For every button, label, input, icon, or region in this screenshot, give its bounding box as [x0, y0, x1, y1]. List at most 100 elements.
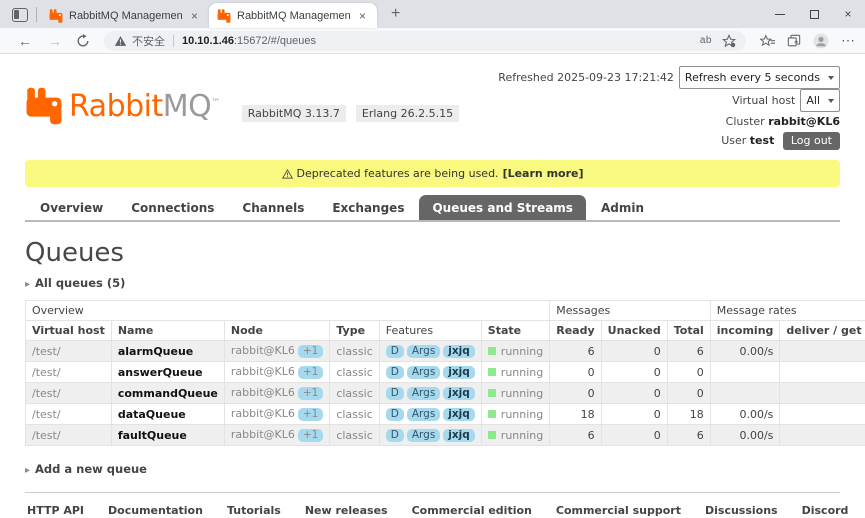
column-header-ready[interactable]: Ready	[550, 321, 601, 341]
footer-link-documentation[interactable]: Documentation	[108, 504, 203, 517]
queue-name-link[interactable]: alarmQueue	[111, 341, 224, 362]
queue-unacked: 0	[601, 404, 667, 425]
url-host: 10.10.1.46	[182, 35, 234, 47]
all-queues-toggle[interactable]: ▸All queues (5)	[25, 276, 840, 290]
queue-node: rabbit@KL6+1	[224, 425, 329, 446]
queue-total: 18	[667, 404, 710, 425]
settings-more-icon[interactable]: ⋯	[841, 32, 855, 49]
tab-channels[interactable]: Channels	[229, 195, 317, 220]
footer-link-discussions[interactable]: Discussions	[705, 504, 778, 517]
feature-badge-d: D	[386, 429, 404, 442]
column-header-name[interactable]: Name	[111, 321, 224, 341]
column-header-node[interactable]: Node	[224, 321, 329, 341]
queue-state: running	[481, 341, 549, 362]
translate-icon[interactable]: ab	[700, 35, 712, 46]
brand-name[interactable]: RabbitMQ™	[69, 89, 220, 124]
tab-admin[interactable]: Admin	[588, 195, 657, 220]
queue-unacked: 0	[601, 362, 667, 383]
queue-state: running	[481, 425, 549, 446]
queue-ready: 18	[550, 404, 601, 425]
queue-rate-incoming	[710, 383, 780, 404]
queue-total: 6	[667, 341, 710, 362]
queue-type: classic	[330, 425, 379, 446]
refresh-interval-select[interactable]: Refresh every 5 seconds	[679, 66, 840, 89]
node-count-badge: +1	[298, 366, 323, 379]
column-header-unacked[interactable]: Unacked	[601, 321, 667, 341]
brand-rabbit: Rabbit	[69, 89, 163, 124]
add-favorite-star-icon[interactable]	[722, 34, 736, 48]
footer-link-new-releases[interactable]: New releases	[305, 504, 388, 517]
queue-node: rabbit@KL6+1	[224, 404, 329, 425]
queue-name-link[interactable]: dataQueue	[111, 404, 224, 425]
tab-actions-menu-icon[interactable]	[12, 8, 28, 22]
close-window-button[interactable]: ×	[831, 0, 865, 28]
refresh-icon[interactable]	[76, 34, 90, 48]
rabbitmq-version-badge: RabbitMQ 3.13.7	[242, 105, 346, 122]
tab-close-icon[interactable]: ×	[356, 9, 369, 23]
table-header-row: Virtual hostNameNodeTypeFeaturesStateRea…	[26, 321, 865, 341]
column-header-total[interactable]: Total	[667, 321, 710, 341]
queues-table-wrap: OverviewMessagesMessage rates Virtual ho…	[25, 300, 840, 446]
user-row: User test Log out	[498, 131, 840, 150]
back-icon[interactable]: ←	[10, 33, 40, 49]
collapsed-arrow-icon: ▸	[25, 279, 30, 290]
profile-avatar-icon[interactable]	[813, 33, 829, 49]
tab-overview[interactable]: Overview	[27, 195, 116, 220]
not-secure-label[interactable]: 不安全	[132, 33, 165, 49]
add-queue-toggle[interactable]: ▸Add a new queue	[25, 462, 840, 476]
rabbitmq-logo-icon[interactable]	[25, 87, 63, 125]
address-bar[interactable]: 不安全 10.10.1.46 :15672/#/queues ab	[104, 31, 746, 51]
browser-tab-active[interactable]: RabbitMQ Management ×	[209, 3, 377, 28]
url-path: :15672/#/queues	[234, 35, 316, 47]
footer-link-tutorials[interactable]: Tutorials	[227, 504, 281, 517]
policy-badge: jxjq	[443, 408, 475, 421]
column-header-type[interactable]: Type	[330, 321, 379, 341]
rabbitmq-favicon-icon	[49, 9, 63, 23]
queue-rate-incoming	[710, 362, 780, 383]
favorites-icon[interactable]	[760, 34, 775, 48]
brand-tm: ™	[211, 98, 220, 108]
footer-link-commercial-support[interactable]: Commercial support	[556, 504, 681, 517]
new-tab-button[interactable]: +	[385, 5, 406, 23]
queue-name-link[interactable]: faultQueue	[111, 425, 224, 446]
chevron-down-icon	[828, 76, 834, 80]
forward-icon: →	[40, 33, 70, 49]
queue-features: DArgsjxjq	[379, 341, 481, 362]
vhost-select[interactable]: All	[800, 89, 840, 112]
logout-button[interactable]: Log out	[783, 132, 840, 150]
tab-queues-and-streams[interactable]: Queues and Streams	[419, 195, 585, 220]
address-divider	[173, 35, 174, 47]
queue-rate-incoming: 0.00/s	[710, 404, 780, 425]
policy-badge: jxjq	[443, 345, 475, 358]
cluster-name: rabbit@KL6	[768, 115, 840, 128]
feature-badge-d: D	[386, 387, 404, 400]
toolbar-right-icons: ⋯	[754, 32, 855, 49]
queue-features: DArgsjxjq	[379, 425, 481, 446]
minimize-button[interactable]	[763, 0, 797, 28]
queue-vhost: /test/	[26, 425, 112, 446]
feature-badge-d: D	[386, 345, 404, 358]
queue-name-link[interactable]: answerQueue	[111, 362, 224, 383]
tab-title: RabbitMQ Management	[69, 10, 182, 22]
tab-connections[interactable]: Connections	[118, 195, 227, 220]
browser-tabstrip: RabbitMQ Management × RabbitMQ Managemen…	[0, 0, 865, 28]
collections-icon[interactable]	[787, 34, 801, 48]
tab-close-icon[interactable]: ×	[188, 9, 201, 23]
column-header-state[interactable]: State	[481, 321, 549, 341]
column-header-incoming[interactable]: incoming	[710, 321, 780, 341]
column-header-deliver-get[interactable]: deliver / get	[780, 321, 865, 341]
tab-exchanges[interactable]: Exchanges	[319, 195, 417, 220]
maximize-button[interactable]	[797, 0, 831, 28]
browser-tab-inactive[interactable]: RabbitMQ Management ×	[41, 3, 209, 28]
queue-name-link[interactable]: commandQueue	[111, 383, 224, 404]
vhost-label: Virtual host	[732, 94, 795, 107]
policy-badge: jxjq	[443, 366, 475, 379]
footer-link-commercial-edition[interactable]: Commercial edition	[412, 504, 532, 517]
footer-link-discord[interactable]: Discord	[802, 504, 849, 517]
column-header-virtual-host[interactable]: Virtual host	[26, 321, 112, 341]
vhost-row: Virtual host All	[498, 89, 840, 112]
queue-row: /test/dataQueuerabbit@KL6+1classicDArgsj…	[26, 404, 865, 425]
learn-more-link[interactable]: [Learn more]	[503, 167, 584, 180]
user-name: test	[750, 134, 775, 147]
footer-link-http-api[interactable]: HTTP API	[27, 504, 84, 517]
